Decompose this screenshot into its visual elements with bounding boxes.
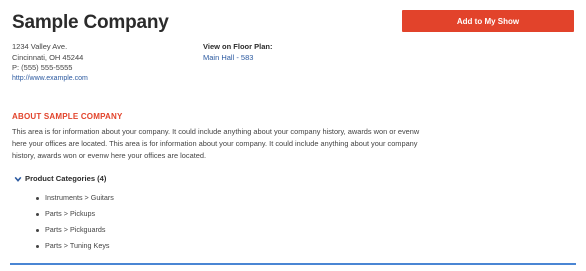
- add-to-my-show-button[interactable]: Add to My Show: [402, 10, 574, 32]
- about-heading: ABOUT SAMPLE COMPANY: [12, 112, 123, 121]
- section-divider: [10, 263, 576, 265]
- category-item: Parts > Pickups: [36, 206, 114, 222]
- product-categories-list: Instruments > Guitars Parts > Pickups Pa…: [36, 190, 114, 254]
- category-item: Parts > Pickguards: [36, 222, 114, 238]
- website-link[interactable]: http://www.example.com: [12, 74, 88, 85]
- bullet-icon: [36, 212, 39, 216]
- address-city: Cincinnati, OH 45244: [12, 52, 84, 62]
- company-name: Sample Company: [12, 12, 169, 33]
- category-label: Parts > Pickguards: [45, 225, 106, 234]
- category-label: Parts > Tuning Keys: [45, 241, 110, 250]
- bullet-icon: [36, 196, 39, 200]
- category-item: Instruments > Guitars: [36, 190, 114, 206]
- product-categories-label: Product Categories (4): [25, 174, 107, 183]
- bullet-icon: [36, 228, 39, 232]
- product-categories-toggle[interactable]: Product Categories (4): [14, 174, 106, 183]
- category-label: Instruments > Guitars: [45, 193, 114, 202]
- floor-plan-label: View on Floor Plan:: [203, 42, 273, 51]
- company-address: 1234 Valley Ave. Cincinnati, OH 45244 P:…: [12, 42, 88, 84]
- floor-plan-info: View on Floor Plan: Main Hall - 583: [203, 42, 272, 63]
- category-label: Parts > Pickups: [45, 209, 96, 218]
- address-phone: P: (555) 555-5555: [12, 63, 73, 72]
- address-street: 1234 Valley Ave.: [12, 42, 68, 51]
- category-item: Parts > Tuning Keys: [36, 238, 114, 254]
- chevron-down-icon: [14, 176, 22, 182]
- floor-plan-link[interactable]: Main Hall - 583: [203, 53, 272, 64]
- about-text: This area is for information about your …: [12, 127, 420, 160]
- bullet-icon: [36, 244, 39, 248]
